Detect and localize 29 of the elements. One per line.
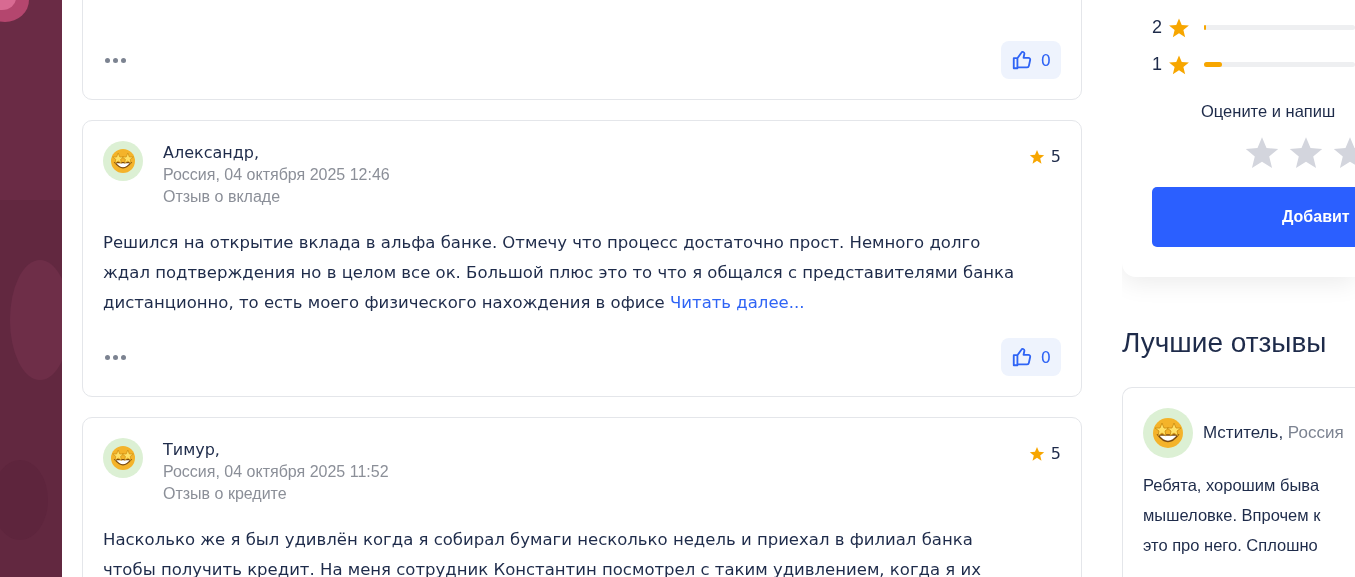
avatar-icon: [103, 141, 143, 181]
star-icon: [1028, 148, 1045, 165]
review-date: Россия, 04 октября 2025 11:52: [163, 463, 390, 481]
avatar-icon: [1143, 408, 1193, 458]
review-text: Решился на открытие вклада в альфа банке. Отмечу что процесс достаточно прост. Немного долго ждал подтверждения но в целом все ок. Большой плюс это то что я общался с представителями банка дистанционно, то есть моего физического нахождения в офисе Читать далее...: [103, 232, 1016, 314]
rate-prompt: Оцените и напиш: [1201, 102, 1337, 121]
star-count-label: 2: [1152, 17, 1162, 38]
author-name: Тимур,: [163, 440, 221, 459]
review-topic: Отзыв о кредите: [163, 485, 288, 503]
read-more-link[interactable]: Читать далее...: [670, 293, 805, 312]
author-name: Мститель, Россия: [1203, 423, 1344, 443]
star-icon: [1244, 135, 1280, 171]
review-text: Ребята, хорошим быва мышеловке. Впрочем к это про него. Сплошно: [1143, 475, 1322, 556]
add-review-button[interactable]: Добавит: [1152, 187, 1355, 247]
section-title: Лучшие отзывы: [1122, 327, 1328, 359]
star-icon: [1288, 135, 1324, 171]
star-count-label: 1: [1152, 54, 1162, 75]
author-name: Александр,: [163, 143, 261, 162]
thumbs-up-icon: [1010, 346, 1033, 368]
like-button[interactable]: 0: [1000, 41, 1061, 79]
star-icon: [1028, 445, 1045, 462]
review-date: Россия, 04 октября 2025 12:46: [163, 166, 391, 184]
review-topic: Отзыв о вкладе: [163, 188, 282, 206]
thumbs-up-icon: [1010, 49, 1033, 71]
rating-value: 5: [1050, 147, 1061, 166]
like-button[interactable]: 0: [1000, 338, 1061, 376]
rating-value: 5: [1050, 444, 1061, 463]
avatar-icon: [103, 438, 143, 478]
star-rating-input[interactable]: [1244, 135, 1355, 171]
